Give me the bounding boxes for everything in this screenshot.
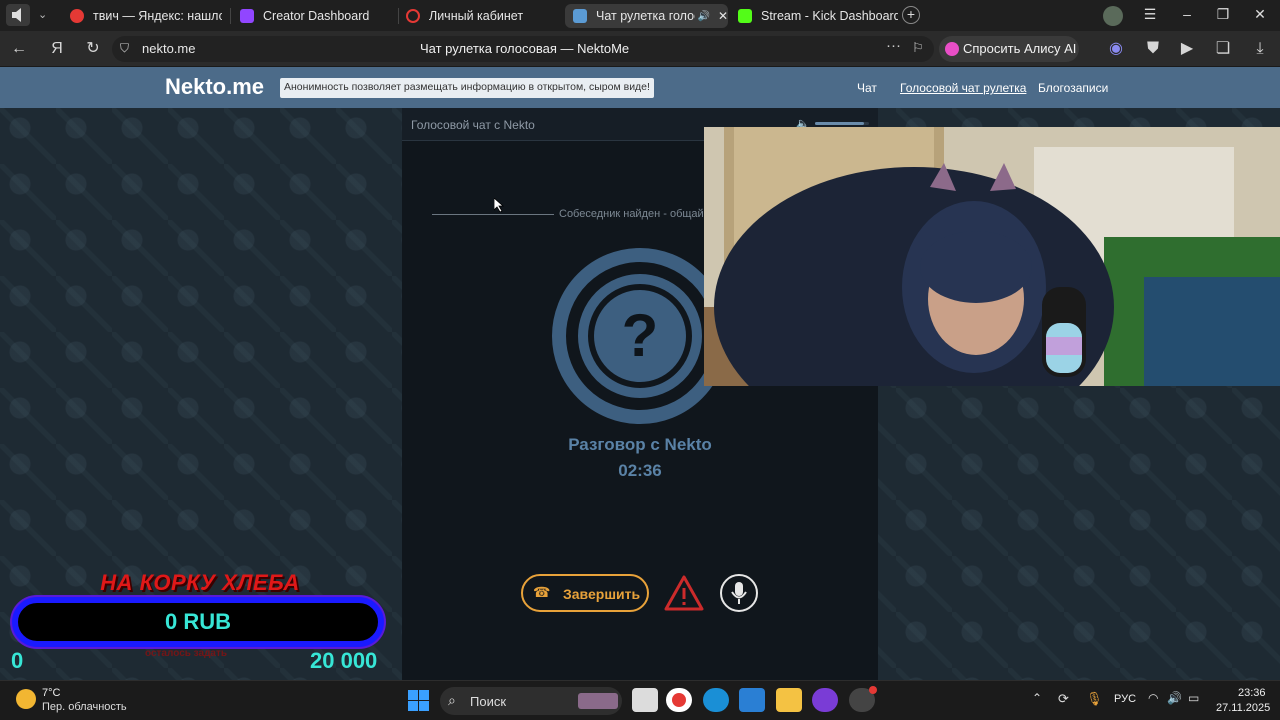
site-tagline: Анонимность позволяет размещать информац… bbox=[280, 78, 654, 98]
goal-right-value: 20 000 bbox=[310, 648, 378, 673]
goal-amount: 0 RUB bbox=[164, 609, 231, 634]
clock-time[interactable]: 23:36 bbox=[1238, 687, 1266, 699]
tray-chevron-icon[interactable]: ⌃ bbox=[1032, 691, 1042, 705]
restore-icon[interactable]: ❐ bbox=[1213, 6, 1233, 23]
goal-bar: 0 RUB bbox=[12, 597, 384, 647]
start-windows-icon[interactable] bbox=[408, 690, 429, 711]
tab-label: Stream - Kick Dashboard bbox=[761, 9, 898, 23]
store-icon[interactable] bbox=[739, 688, 765, 712]
weather-icon bbox=[16, 689, 36, 709]
end-call-button[interactable]: ☎ Завершить bbox=[521, 574, 649, 612]
microphone-icon bbox=[731, 582, 747, 604]
nav-voice-chat-link[interactable]: Голосовой чат рулетка bbox=[900, 81, 1026, 95]
volume-fill bbox=[815, 122, 864, 125]
more-icon[interactable]: ··· bbox=[886, 37, 901, 54]
site-logo[interactable]: Nekto.me bbox=[165, 74, 264, 100]
tab-creator-dashboard[interactable]: Creator Dashboard bbox=[240, 4, 400, 28]
opera-ring-icon bbox=[406, 9, 420, 23]
taskbar-search[interactable]: ⌕ Поиск bbox=[440, 687, 622, 715]
browser-tab-strip: ⌄ твич — Яндекс: нашлось Creator Dashboa… bbox=[0, 0, 1280, 31]
app-icon[interactable] bbox=[849, 686, 877, 712]
question-icon: ? bbox=[594, 290, 686, 382]
search-icon: ⌕ bbox=[448, 692, 456, 708]
tab-label: твич — Яндекс: нашлось bbox=[93, 9, 222, 23]
tab-personal-cabinet[interactable]: Личный кабинет bbox=[406, 4, 556, 28]
tab-label: Чат рулетка голосо bbox=[596, 9, 695, 23]
temperature[interactable]: 7°C bbox=[42, 687, 60, 699]
edge-icon[interactable] bbox=[703, 688, 729, 712]
speaker-icon bbox=[12, 8, 21, 22]
yandex-icon bbox=[70, 9, 84, 23]
shield-icon: ⛉ bbox=[120, 41, 130, 55]
back-icon[interactable]: ← bbox=[9, 40, 29, 58]
talking-with-label: Разговор с Nekto bbox=[568, 435, 712, 454]
webcam-overlay bbox=[704, 127, 1280, 386]
report-warning-icon[interactable] bbox=[664, 574, 704, 612]
profile-avatar[interactable] bbox=[1103, 6, 1123, 26]
tab-label: Личный кабинет bbox=[429, 9, 524, 23]
tab-audio-icon[interactable]: 🔊 bbox=[697, 11, 709, 22]
url-text: nekto.me bbox=[142, 41, 196, 56]
download-icon[interactable]: ⤓ bbox=[1250, 40, 1270, 58]
play-icon[interactable]: ▶ bbox=[1177, 40, 1197, 58]
search-placeholder: Поиск bbox=[470, 694, 507, 709]
nav-chat-link[interactable]: Чат bbox=[857, 81, 877, 95]
bookmark-icon[interactable]: ⚐ bbox=[912, 40, 924, 56]
clock-date[interactable]: 27.11.2025 bbox=[1216, 702, 1270, 714]
goal-left-value: 0 bbox=[11, 648, 24, 673]
tab-menu-button[interactable] bbox=[6, 4, 30, 26]
volume-tray-icon[interactable]: 🔊 bbox=[1167, 691, 1182, 705]
collections-icon[interactable]: ❏ bbox=[1213, 40, 1233, 58]
gamepad-icon[interactable]: ◉ bbox=[1106, 40, 1126, 58]
reload-icon[interactable]: ↻ bbox=[83, 40, 103, 58]
call-timer: 02:36 bbox=[618, 461, 662, 480]
tab-kick-dashboard[interactable]: Stream - Kick Dashboard bbox=[738, 4, 898, 28]
status-text: Собеседник найден - общай bbox=[559, 208, 704, 220]
search-highlight-image bbox=[578, 693, 618, 709]
battery-icon[interactable]: ▭ bbox=[1188, 691, 1199, 705]
yandex-home-icon[interactable]: Я bbox=[47, 40, 67, 58]
alice-label: Спросить Алису AI bbox=[963, 41, 1077, 56]
nekto-icon bbox=[573, 9, 587, 23]
language-indicator[interactable]: РУС bbox=[1114, 693, 1136, 705]
end-call-label: Завершить bbox=[563, 586, 641, 602]
chevron-down-icon[interactable]: ⌄ bbox=[38, 8, 47, 21]
nav-blog-link[interactable]: Блогозаписи bbox=[1038, 81, 1108, 95]
obs-icon[interactable] bbox=[812, 688, 838, 712]
alice-icon bbox=[945, 42, 959, 56]
yandex-browser-icon[interactable] bbox=[666, 688, 692, 712]
goal-title: НА КОРКУ ХЛЕБА bbox=[100, 570, 300, 595]
chat-header-title: Голосовой чат с Nekto bbox=[411, 118, 535, 132]
tab-label: Creator Dashboard bbox=[263, 9, 370, 23]
goal-sub-label: осталось задать bbox=[145, 648, 228, 659]
mic-tray-icon[interactable]: 🎙 bbox=[1086, 691, 1103, 707]
alice-button[interactable]: Спросить Алису AI bbox=[939, 36, 1079, 62]
twitch-icon bbox=[240, 9, 254, 23]
sync-icon[interactable]: ⟳ bbox=[1058, 691, 1069, 707]
file-explorer-icon[interactable] bbox=[776, 688, 802, 712]
browser-toolbar: ← Я ↻ ⛉ nekto.me Чат рулетка голосовая —… bbox=[0, 31, 1280, 67]
window-close-icon[interactable]: ✕ bbox=[1250, 6, 1270, 23]
close-icon[interactable]: ✕ bbox=[718, 9, 728, 23]
weather-text[interactable]: Пер. облачность bbox=[42, 701, 127, 713]
tab-nekto-active[interactable]: Чат рулетка голосо 🔊 ✕ bbox=[565, 4, 728, 28]
tab-yandex-search[interactable]: твич — Яндекс: нашлось bbox=[70, 4, 222, 28]
vpn-icon[interactable]: ⛊ bbox=[1143, 40, 1163, 58]
page-title: Чат рулетка голосовая — NektoMe bbox=[420, 41, 630, 56]
nekto-avatar: ? bbox=[552, 248, 728, 424]
kick-icon bbox=[738, 9, 752, 23]
hangup-icon: ☎ bbox=[533, 584, 551, 600]
status-divider bbox=[432, 214, 554, 215]
volume-slider[interactable] bbox=[815, 122, 869, 125]
microphone-button[interactable] bbox=[720, 574, 758, 612]
address-bar[interactable]: ⛉ nekto.me Чат рулетка голосовая — Nekto… bbox=[112, 36, 934, 62]
mouse-cursor-icon bbox=[494, 198, 504, 212]
task-view-icon[interactable] bbox=[632, 688, 658, 712]
streamer-webcam-image bbox=[704, 127, 1280, 386]
new-tab-button[interactable]: + bbox=[902, 6, 920, 24]
menu-icon[interactable]: ☰ bbox=[1140, 6, 1160, 23]
wifi-icon[interactable]: ◠ bbox=[1148, 691, 1158, 705]
minimize-icon[interactable]: – bbox=[1177, 6, 1197, 22]
